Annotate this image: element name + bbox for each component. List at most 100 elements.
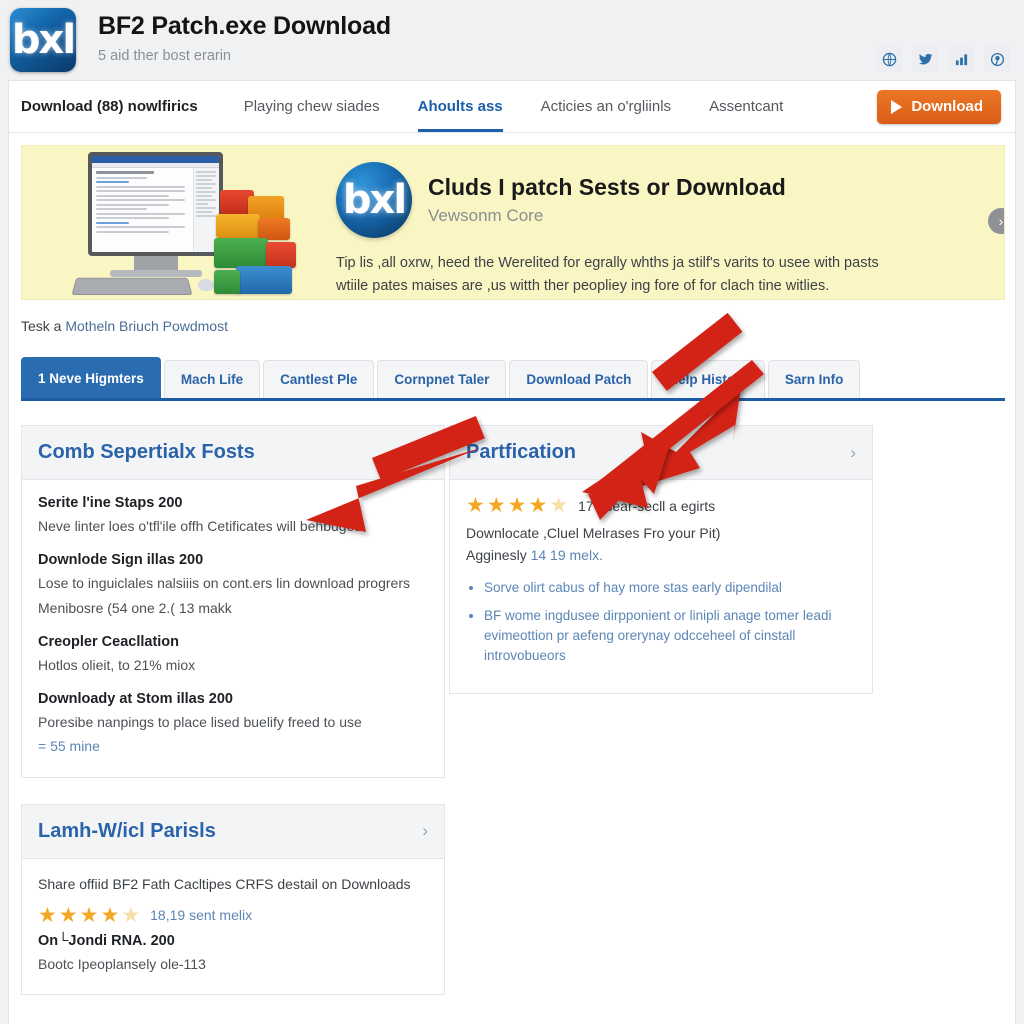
rating-line-2-link[interactable]: 14 19 melx.	[531, 547, 603, 563]
chevron-right-icon[interactable]: ›	[422, 443, 428, 463]
tab-strip: 1 Neve Higmters Mach Life Cantlest Ple C…	[21, 357, 1005, 401]
list-item-desc: Poresibe nanpings to place lised buelify…	[38, 714, 362, 731]
monitor-screen	[92, 156, 219, 252]
list-item-title: On└Jondi RNA. 200	[38, 932, 175, 949]
panel-header[interactable]: Partfication ›	[450, 426, 872, 480]
banner-illustration	[22, 146, 322, 299]
tab-cantlest-ple[interactable]: Cantlest Ple	[263, 360, 375, 398]
panel-header[interactable]: Lamh-W/icl Parisls ›	[22, 804, 444, 859]
star-icon: ★	[507, 494, 527, 517]
nav-link-activities[interactable]: Acticies an o'rgliinls	[541, 82, 687, 132]
star-rating[interactable]: ★ ★ ★ ★ ★	[466, 495, 568, 516]
star-icon-empty: ★	[549, 494, 569, 517]
list-item-title: Serite l'ine Staps 200	[38, 495, 183, 511]
page-title: BF2 Patch.exe Download	[98, 12, 391, 40]
list-item[interactable]: Sorve olirt cabus of hay more stas early…	[484, 578, 856, 598]
tab-download-patch[interactable]: Download Patch	[509, 360, 649, 398]
promo-banner[interactable]: bxl Cluds I patch Sests or Download Vews…	[21, 145, 1005, 300]
tab-mach-life[interactable]: Mach Life	[163, 360, 261, 398]
panel-body: Serite l'ine Staps 200 Neve linter loes …	[22, 480, 444, 777]
panel-title: Comb Sepertialx Fosts	[38, 441, 255, 463]
nav-link-assessment[interactable]: Assentcant	[709, 82, 799, 132]
social-share-row	[876, 46, 1010, 72]
title-block: BF2 Patch.exe Download 5 aid ther bost e…	[98, 8, 876, 65]
star-icon: ★	[528, 494, 548, 517]
panel-body: Share offiid BF2 Fath Cacltipes CRFS des…	[22, 859, 444, 994]
rating-row: ★ ★ ★ ★ ★ 18,19 sent melix	[38, 905, 428, 926]
star-icon: ★	[466, 494, 485, 517]
star-icon: ★	[79, 903, 99, 927]
list-item[interactable]: Serite l'ine Staps 200 Neve linter loes …	[38, 495, 428, 536]
rating-line-2: Agginesly 14 19 melx.	[466, 545, 856, 567]
site-header: bxl BF2 Patch.exe Download 5 aid ther bo…	[0, 0, 1024, 80]
rating-line-1: Downlocate ,Cluel Melrases Fro your Pit)	[466, 525, 721, 541]
banner-body-line2: wtiile pates maises are ,us witth ther p…	[336, 278, 830, 295]
tab-cornpnet-taler[interactable]: Cornpnet Taler	[377, 360, 507, 398]
star-icon: ★	[58, 903, 78, 927]
star-icon: ★	[486, 494, 506, 517]
tab-help-history[interactable]: Help History	[651, 360, 765, 398]
pin-icon[interactable]	[984, 46, 1010, 72]
list-item[interactable]: BF wome ingdusee dirpponient or linipli …	[484, 606, 856, 667]
rating-count-label: 176 sear-secll a egirts	[578, 497, 716, 514]
rating-count-label: 18,19 sent melix	[150, 907, 253, 924]
globe-icon[interactable]	[876, 46, 902, 72]
banner-head: bxl Cluds I patch Sests or Download Vews…	[336, 162, 944, 238]
list-item-title: Downlode Sign illas 200	[38, 552, 204, 569]
download-button[interactable]: Download	[877, 89, 1001, 124]
tab-neve-higmters[interactable]: 1 Neve Higmters	[21, 357, 161, 398]
right-column: Partfication › ★ ★ ★ ★ ★ 176 sear-secll …	[449, 425, 873, 720]
page-root: bxl BF2 Patch.exe Download 5 aid ther bo…	[0, 0, 1024, 1024]
page-subtitle: 5 aid ther bost erarin	[98, 47, 231, 64]
banner-title: Cluds I patch Sests or Download	[428, 173, 786, 200]
panel-grid: Comb Sepertialx Fosts › Serite l'ine Sta…	[9, 425, 1015, 1021]
panel-header[interactable]: Comb Sepertialx Fosts ›	[22, 426, 444, 480]
monitor-illustration	[88, 152, 223, 256]
panel-title: Lamh-W/icl Parisls	[38, 819, 216, 842]
list-item-title: Downloady at Stom illas 200	[38, 691, 233, 708]
banner-logo-glyph: bxl	[342, 177, 407, 223]
banner-body-line1: Tip lis ,all oxrw, heed the Werelited fo…	[336, 255, 879, 271]
breadcrumb: Tesk a Motheln Briuch Powdmost	[21, 318, 1015, 334]
top-nav: Download (88) nowlfirics Playing chew si…	[9, 81, 1015, 133]
panel-partfication: Partfication › ★ ★ ★ ★ ★ 176 sear-secll …	[449, 425, 873, 695]
banner-logo: bxl	[336, 162, 412, 238]
panel-title: Partfication	[466, 441, 577, 463]
banner-headings: Cluds I patch Sests or Download Vewsonm …	[428, 174, 786, 226]
list-item[interactable]: Downlode Sign illas 200 Lose to inguicla…	[38, 552, 428, 618]
rating-line-2-prefix: Agginesly	[466, 546, 531, 563]
star-icon: ★	[38, 903, 57, 927]
monitor-base	[110, 270, 202, 277]
list-item[interactable]: Creopler Ceacllation Hotlos olieit, to 2…	[38, 634, 428, 675]
list-item[interactable]: Downloady at Stom illas 200 Poresibe nan…	[38, 691, 428, 757]
nav-link-downloads[interactable]: Download (88) nowlfirics	[21, 82, 214, 132]
star-icon-empty: ★	[121, 903, 141, 927]
list-item-desc: Hotlos olieit, to 21% miox	[38, 656, 196, 673]
twitter-icon[interactable]	[912, 46, 938, 72]
list-item-meta: Menibosre (54 one 2.( 13 makk	[38, 599, 232, 616]
breadcrumb-link[interactable]: Motheln Briuch Powdmost	[65, 318, 228, 334]
list-item-title: Creopler Ceacllation	[38, 633, 180, 650]
monitor-body	[92, 168, 219, 252]
play-icon	[891, 99, 903, 114]
download-button-label: Download	[911, 98, 983, 115]
monitor-titlebar	[92, 156, 219, 163]
chart-icon[interactable]	[948, 46, 974, 72]
keyboard-illustration	[71, 277, 193, 296]
nav-link-about[interactable]: Ahoults ass	[417, 82, 519, 132]
tab-sarn-info[interactable]: Sarn Info	[767, 360, 861, 398]
brand-logo[interactable]: bxl	[10, 8, 76, 72]
left-column: Comb Sepertialx Fosts › Serite l'ine Sta…	[21, 425, 445, 1021]
chevron-right-icon[interactable]: ›	[850, 443, 856, 463]
list-item-desc: Bootc Ipeoplansely ole-113	[38, 955, 206, 972]
nav-link-playing[interactable]: Playing chew siades	[244, 82, 396, 132]
list-item-desc: Lose to inguiclales nalsiiis on cont.ers…	[38, 575, 410, 592]
content-card: Download (88) nowlfirics Playing chew si…	[8, 80, 1016, 1024]
list-item-meta: = 55 mine	[38, 738, 100, 755]
share-text: Share offiid BF2 Fath Cacltipes CRFS des…	[38, 875, 411, 892]
chevron-right-icon[interactable]: ›	[422, 821, 428, 841]
banner-text: bxl Cluds I patch Sests or Download Vews…	[322, 146, 1004, 299]
star-rating[interactable]: ★ ★ ★ ★ ★	[38, 905, 140, 926]
list-item[interactable]: On└Jondi RNA. 200 Bootc Ipeoplansely ole…	[38, 933, 428, 974]
mouse-illustration	[198, 279, 214, 291]
